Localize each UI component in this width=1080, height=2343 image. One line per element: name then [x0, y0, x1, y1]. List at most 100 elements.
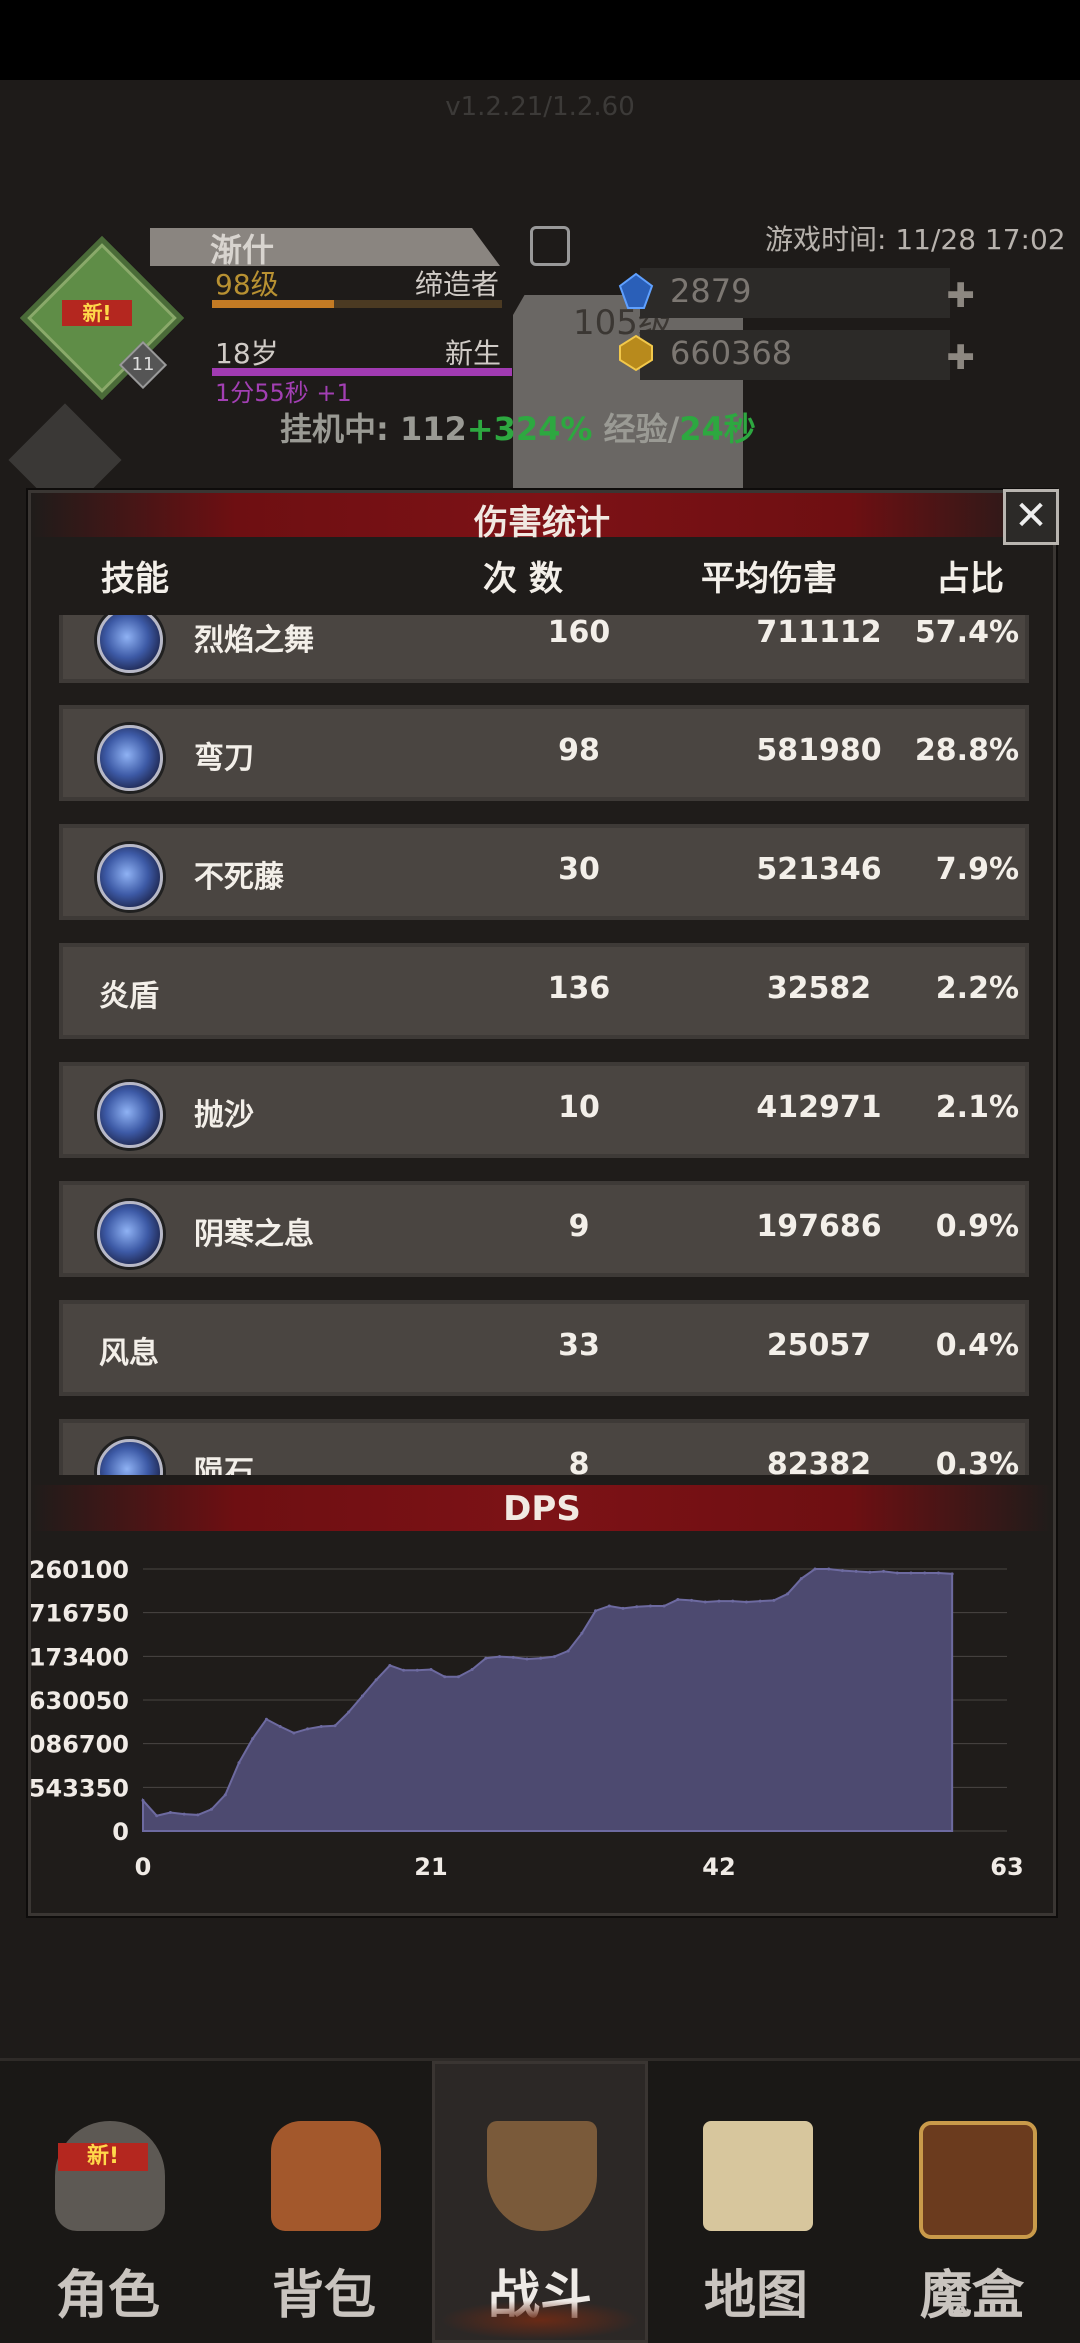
blue-gem-icon: [618, 272, 654, 309]
dps-point: [936, 1571, 940, 1575]
magic-box-icon: [919, 2121, 1037, 2239]
name-plate: [150, 228, 500, 266]
dps-point: [840, 1569, 844, 1573]
dps-point: [292, 1731, 296, 1735]
add-gold-button[interactable]: ✚: [947, 338, 976, 378]
dps-point: [607, 1604, 611, 1608]
exp-bar: [212, 300, 502, 308]
dps-point: [319, 1725, 323, 1729]
col-header-share: 占比: [936, 559, 1004, 599]
edit-name-icon[interactable]: [530, 226, 570, 266]
tab-backpack[interactable]: 背包: [216, 2061, 432, 2343]
tab-character[interactable]: 新! 角色: [0, 2061, 216, 2343]
dps-point: [772, 1598, 776, 1602]
sand-icon: [97, 1082, 163, 1148]
dps-point: [251, 1737, 255, 1741]
dps-point: [882, 1569, 886, 1573]
y-tick-label: 1630050: [31, 1687, 129, 1715]
table-row: 抛沙 10 412971 2.1%: [59, 1062, 1029, 1158]
y-tick-label: 543350: [31, 1774, 129, 1802]
dps-point: [278, 1725, 282, 1729]
gold-gem-icon: [619, 334, 653, 372]
dps-point: [196, 1813, 200, 1817]
dps-point: [210, 1807, 214, 1811]
table-row: 弯刀 98 581980 28.8%: [59, 705, 1029, 801]
dps-point: [703, 1600, 707, 1604]
x-tick-label: 0: [135, 1853, 152, 1881]
dps-point: [690, 1598, 694, 1602]
dps-point: [264, 1717, 268, 1721]
y-tick-label: 3260100: [31, 1556, 129, 1584]
frost-breath-icon: [97, 1201, 163, 1267]
resource-gold: 660368 ✚: [619, 330, 975, 380]
dps-point: [717, 1599, 721, 1603]
player-age: 18岁: [215, 337, 279, 370]
dps-point: [402, 1668, 406, 1672]
dps-point: [456, 1675, 460, 1679]
dps-point: [374, 1678, 378, 1682]
dps-point: [525, 1657, 529, 1661]
dps-point: [786, 1592, 790, 1596]
game-time: 游戏时间: 11/28 17:02: [765, 223, 1066, 256]
dps-point: [950, 1572, 954, 1576]
dps-point: [744, 1600, 748, 1604]
y-tick-label: 0: [112, 1818, 129, 1846]
x-tick-label: 21: [414, 1853, 447, 1881]
dps-point: [799, 1577, 803, 1581]
table-row: 阴寒之息 9 197686 0.9%: [59, 1181, 1029, 1277]
dps-point: [566, 1649, 570, 1653]
dps-point: [539, 1656, 543, 1660]
dps-point: [854, 1569, 858, 1573]
x-tick-label: 42: [702, 1853, 735, 1881]
dps-chart: 0 543350 1086700 1630050 2173400 2716750 32601…: [31, 1556, 1024, 1881]
version-label: v1.2.21/1.2.60: [445, 92, 635, 122]
tab-map[interactable]: 地图: [648, 2061, 864, 2343]
close-button[interactable]: ✕: [1003, 489, 1059, 545]
col-header-skill: 技能: [101, 559, 169, 599]
helmet-icon: [55, 2121, 165, 2231]
dps-point: [237, 1761, 241, 1765]
dps-point: [141, 1798, 145, 1802]
y-tick-label: 2716750: [31, 1600, 129, 1628]
dps-point: [168, 1811, 172, 1815]
dps-point: [388, 1663, 392, 1667]
resource-gems: 2879 ✚: [618, 268, 975, 318]
dps-point: [662, 1604, 666, 1608]
dps-point: [923, 1571, 927, 1575]
dps-point: [676, 1598, 680, 1602]
shield-sword-icon: [487, 2121, 597, 2231]
dps-point: [511, 1655, 515, 1659]
dps-point: [498, 1655, 502, 1659]
backpack-icon: [271, 2121, 381, 2231]
dps-point: [360, 1694, 364, 1698]
afk-status: 挂机中: 112+324% 经验/24秒: [280, 410, 756, 448]
life-stage: 新生: [445, 337, 502, 370]
table-row: 烈焰之舞 160 711112 57.4%: [59, 615, 1029, 683]
dps-point: [895, 1571, 899, 1575]
tab-magic-box[interactable]: 魔盒: [864, 2061, 1080, 2343]
x-tick-label: 63: [990, 1853, 1023, 1881]
dps-point: [580, 1631, 584, 1635]
y-tick-label: 1086700: [31, 1731, 129, 1759]
dps-point: [648, 1604, 652, 1608]
player-level: 98级: [215, 268, 279, 301]
dps-point: [484, 1656, 488, 1660]
dps-title: DPS: [503, 1489, 581, 1529]
dps-point: [415, 1668, 419, 1672]
active-tab-glow: [440, 2300, 640, 2340]
new-badge: 新!: [62, 300, 132, 326]
fire-swirl-icon: [97, 615, 163, 673]
damage-stats-modal: 伤害统计 ✕ 技能 次 数 平均伤害 占比 烈焰之舞 160 711112 57…: [28, 489, 1059, 1916]
dps-point: [731, 1599, 735, 1603]
meteor-icon: [97, 1439, 163, 1475]
add-gems-button[interactable]: ✚: [947, 276, 976, 316]
sword-icon: [97, 725, 163, 791]
dps-point: [635, 1605, 639, 1609]
col-header-avg-damage: 平均伤害: [701, 559, 837, 599]
col-header-count: 次 数: [483, 559, 563, 599]
damage-list[interactable]: 烈焰之舞 160 711112 57.4% 弯刀 98 581980 28.8%…: [59, 615, 1029, 1475]
dps-point: [909, 1571, 913, 1575]
dps-point: [621, 1606, 625, 1610]
table-row: 风息 33 25057 0.4%: [59, 1300, 1029, 1396]
dps-point: [552, 1655, 556, 1659]
